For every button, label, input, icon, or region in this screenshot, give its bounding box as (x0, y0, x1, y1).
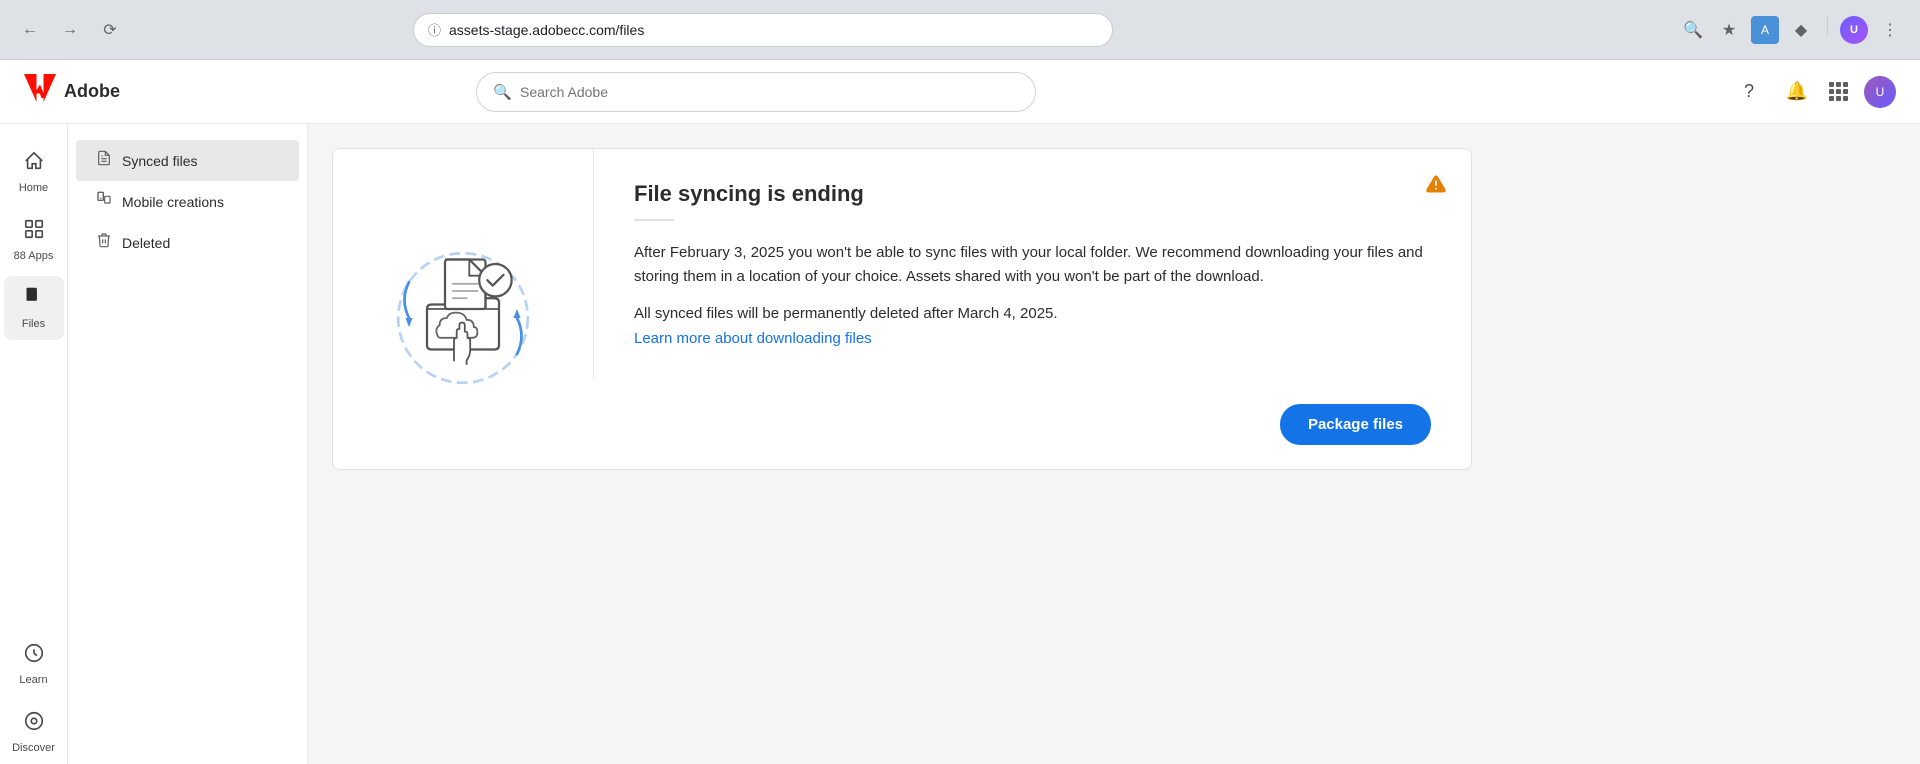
apps-label: 88 Apps (14, 250, 54, 262)
learn-icon (23, 642, 45, 670)
apps-icon (23, 218, 45, 246)
search-browser-button[interactable]: 🔍 (1679, 16, 1707, 44)
address-bar[interactable]: ⓘ assets-stage.adobecc.com/files (413, 13, 1113, 47)
discover-label: Discover (12, 742, 55, 754)
adobe-logo-icon (24, 74, 56, 109)
notice-title: File syncing is ending (634, 181, 1431, 207)
search-input[interactable] (520, 84, 1019, 100)
address-security-icon: ⓘ (428, 20, 441, 39)
bookmark-button[interactable]: ★ (1715, 16, 1743, 44)
nav-mobile-creations[interactable]: Mobile creations (76, 181, 299, 222)
synced-files-label: Synced files (122, 153, 197, 169)
mobile-creations-icon (96, 191, 112, 212)
warning-icon (1425, 173, 1447, 201)
notice-card: File syncing is ending After February 3,… (332, 148, 1472, 470)
user-avatar[interactable]: U (1864, 76, 1896, 108)
content-area: File syncing is ending After February 3,… (308, 124, 1920, 764)
sidebar-item-discover[interactable]: Discover (4, 700, 64, 764)
back-button[interactable]: ← (16, 16, 44, 44)
notice-illustration (333, 149, 593, 469)
sidebar-item-learn[interactable]: Learn (4, 632, 64, 696)
deleted-label: Deleted (122, 235, 170, 251)
browser-profile-avatar[interactable]: U (1840, 16, 1868, 44)
sidebar-item-home[interactable]: Home (4, 140, 64, 204)
mobile-creations-label: Mobile creations (122, 194, 224, 210)
deleted-icon (96, 232, 112, 253)
notice-content: File syncing is ending After February 3,… (593, 149, 1471, 380)
notifications-button[interactable]: 🔔 (1781, 76, 1813, 108)
header-right: ? 🔔 U (1733, 76, 1896, 108)
browser-chrome: ← → ⟳ ⓘ assets-stage.adobecc.com/files 🔍… (0, 0, 1920, 60)
notice-body-text: After February 3, 2025 you won't be able… (634, 241, 1431, 289)
discover-icon (23, 710, 45, 738)
sidebar-item-apps[interactable]: 88 Apps (4, 208, 64, 272)
notice-sub-text: All synced files will be permanently del… (634, 305, 1431, 322)
learn-more-link[interactable]: Learn more about downloading files (634, 330, 872, 347)
extensions-button[interactable]: ◆ (1787, 16, 1815, 44)
secondary-sidebar: Synced files Mobile creations (68, 124, 308, 764)
adobe-logo: Adobe (24, 74, 120, 109)
learn-label: Learn (19, 674, 47, 686)
nav-deleted[interactable]: Deleted (76, 222, 299, 263)
forward-button[interactable]: → (56, 16, 84, 44)
adobe-logo-text: Adobe (64, 81, 120, 102)
reload-button[interactable]: ⟳ (96, 16, 124, 44)
sidebar-item-files[interactable]: Files (4, 276, 64, 340)
home-icon (23, 150, 45, 178)
main-content: Home 88 Apps (0, 124, 1920, 764)
apps-waffle-button[interactable] (1829, 82, 1848, 101)
help-button[interactable]: ? (1733, 76, 1765, 108)
browser-menu-button[interactable]: ⋮ (1876, 16, 1904, 44)
app-header: Adobe 🔍 ? 🔔 U (0, 60, 1920, 124)
icon-sidebar: Home 88 Apps (0, 124, 68, 764)
search-bar[interactable]: 🔍 (476, 72, 1036, 112)
home-label: Home (19, 182, 48, 194)
nav-synced-files[interactable]: Synced files (76, 140, 299, 181)
synced-files-icon (96, 150, 112, 171)
extension-icon: A (1751, 16, 1779, 44)
app-wrapper: Adobe 🔍 ? 🔔 U (0, 60, 1920, 764)
notice-footer: Package files (593, 388, 1471, 469)
files-label: Files (22, 318, 45, 330)
search-icon: 🔍 (493, 83, 512, 101)
files-icon (23, 286, 45, 314)
notice-divider (634, 219, 674, 221)
header-search: 🔍 (476, 72, 1036, 112)
browser-actions: 🔍 ★ A ◆ U ⋮ (1679, 16, 1904, 44)
package-files-button[interactable]: Package files (1280, 404, 1431, 445)
address-url: assets-stage.adobecc.com/files (449, 22, 644, 38)
